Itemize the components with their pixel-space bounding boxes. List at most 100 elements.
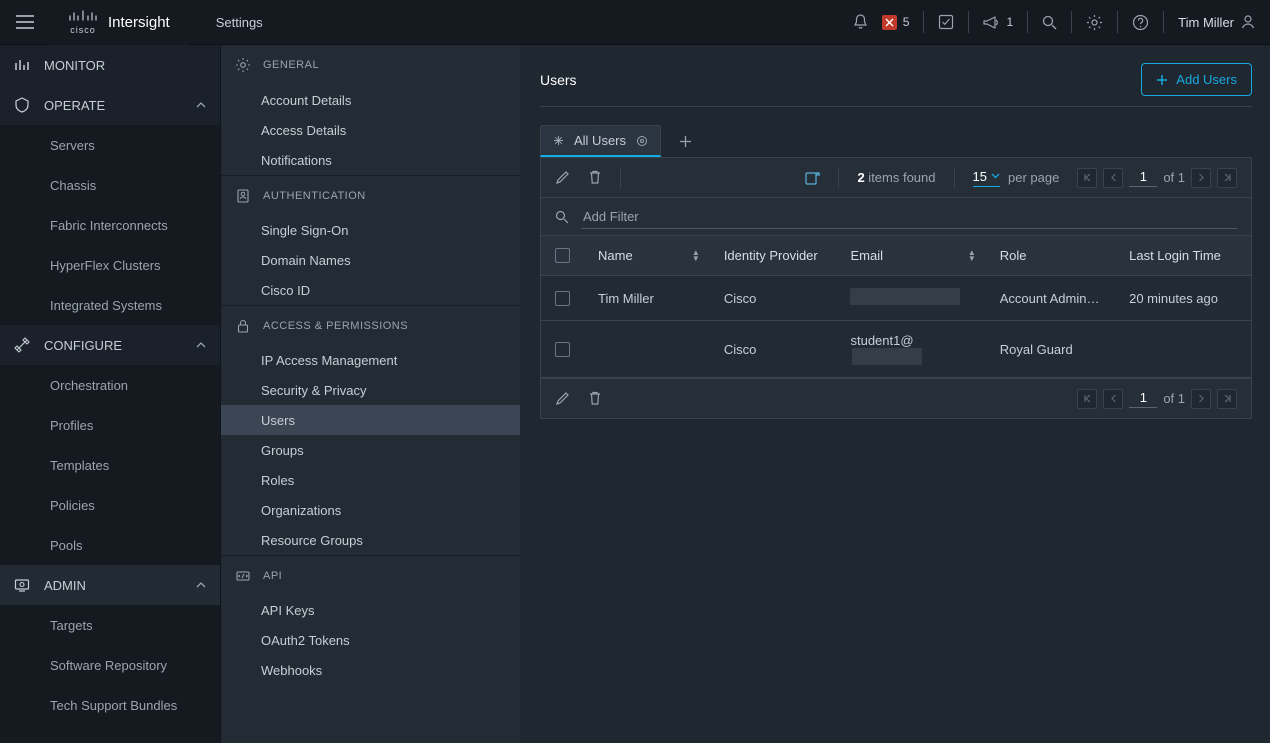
breadcrumb: Settings — [188, 15, 263, 30]
pager-next-button[interactable] — [1191, 389, 1211, 409]
alerts-button[interactable] — [839, 0, 882, 45]
pager-last-button[interactable] — [1217, 168, 1237, 188]
nav-operate-hyperflex[interactable]: HyperFlex Clusters — [0, 245, 220, 285]
sub-api-keys[interactable]: API Keys — [221, 595, 520, 625]
nav-admin-label: ADMIN — [44, 578, 86, 593]
sub-organizations[interactable]: Organizations — [221, 495, 520, 525]
sub-oauth2[interactable]: OAuth2 Tokens — [221, 625, 520, 655]
gear-icon — [1086, 14, 1103, 31]
plus-icon — [679, 135, 692, 148]
divider — [540, 106, 1252, 107]
pager-first-button[interactable] — [1077, 389, 1097, 409]
sub-access-details[interactable]: Access Details — [221, 115, 520, 145]
filter-input[interactable] — [581, 205, 1237, 229]
add-users-button[interactable]: Add Users — [1141, 63, 1252, 96]
sub-cisco-id[interactable]: Cisco ID — [221, 275, 520, 305]
export-button[interactable] — [804, 170, 820, 186]
nav-configure[interactable]: CONFIGURE — [0, 325, 220, 365]
pager-of: of 1 — [1163, 391, 1185, 406]
announcements-button[interactable]: 1 — [969, 0, 1027, 45]
page-title: Users — [540, 72, 577, 88]
tab-all-users[interactable]: All Users — [540, 125, 661, 157]
user-icon — [1240, 14, 1256, 30]
nav-monitor-label: MONITOR — [44, 58, 105, 73]
nav-configure-templates[interactable]: Templates — [0, 445, 220, 485]
nav-admin-software[interactable]: Software Repository — [0, 645, 220, 685]
pager-current[interactable]: 1 — [1129, 390, 1157, 408]
bell-icon — [853, 14, 868, 30]
sub-groups[interactable]: Groups — [221, 435, 520, 465]
filter-row — [541, 198, 1251, 236]
help-button[interactable] — [1118, 0, 1163, 45]
items-found: 2 items found — [857, 170, 935, 185]
select-all-checkbox[interactable] — [555, 248, 570, 263]
edit-button[interactable] — [555, 391, 570, 406]
tab-row: All Users — [540, 125, 1252, 157]
nav-operate-integrated[interactable]: Integrated Systems — [0, 285, 220, 325]
user-menu[interactable]: Tim Miller — [1164, 0, 1270, 45]
col-login[interactable]: Last Login Time — [1115, 236, 1251, 276]
col-name[interactable]: Name▲▼ — [584, 236, 710, 276]
sub-roles[interactable]: Roles — [221, 465, 520, 495]
nav-operate-label: OPERATE — [44, 98, 105, 113]
nav-admin-targets[interactable]: Targets — [0, 605, 220, 645]
nav-admin-tech-support[interactable]: Tech Support Bundles — [0, 685, 220, 725]
subgroup-general: GENERAL — [221, 45, 520, 85]
table-row[interactable]: Tim Miller Cisco Account Administr… 20 m… — [541, 276, 1251, 321]
row-checkbox[interactable] — [555, 342, 570, 357]
delete-button[interactable] — [588, 170, 602, 185]
sub-notifications[interactable]: Notifications — [221, 145, 520, 175]
per-page-selector[interactable]: 15 per page — [973, 169, 1060, 187]
nav-operate-chassis[interactable]: Chassis — [0, 165, 220, 205]
header-right-actions: 5 1 Tim Miller — [839, 0, 1270, 45]
sub-sso[interactable]: Single Sign-On — [221, 215, 520, 245]
nav-operate-fabric[interactable]: Fabric Interconnects — [0, 205, 220, 245]
nav-operate[interactable]: OPERATE — [0, 85, 220, 125]
edit-button[interactable] — [555, 170, 570, 185]
sub-account-details[interactable]: Account Details — [221, 85, 520, 115]
api-icon — [235, 568, 251, 584]
nav-admin[interactable]: ADMIN — [0, 565, 220, 605]
pager-last-button[interactable] — [1217, 389, 1237, 409]
critical-alerts[interactable]: 5 — [882, 0, 924, 45]
delete-button[interactable] — [588, 391, 602, 406]
nav-configure-profiles[interactable]: Profiles — [0, 405, 220, 445]
tab-settings-icon[interactable] — [636, 135, 648, 147]
pager-prev-button[interactable] — [1103, 389, 1123, 409]
add-tab-button[interactable] — [673, 135, 698, 148]
sub-webhooks[interactable]: Webhooks — [221, 655, 520, 685]
operate-icon — [14, 97, 30, 113]
subgroup-authentication: AUTHENTICATION — [221, 175, 520, 215]
nav-configure-orchestration[interactable]: Orchestration — [0, 365, 220, 405]
sub-domain-names[interactable]: Domain Names — [221, 245, 520, 275]
col-email[interactable]: Email▲▼ — [836, 236, 985, 276]
col-role[interactable]: Role — [986, 236, 1115, 276]
sub-resource-groups[interactable]: Resource Groups — [221, 525, 520, 555]
sub-ip-access[interactable]: IP Access Management — [221, 345, 520, 375]
settings-subnav: GENERAL Account Details Access Details N… — [220, 45, 520, 743]
col-idp[interactable]: Identity Provider — [710, 236, 837, 276]
table-row[interactable]: Cisco student1@ Royal Guard — [541, 321, 1251, 378]
tasks-button[interactable] — [924, 0, 968, 45]
nav-configure-pools[interactable]: Pools — [0, 525, 220, 565]
pager-of: of 1 — [1163, 170, 1185, 185]
search-button[interactable] — [1028, 0, 1071, 45]
sub-users[interactable]: Users — [221, 405, 520, 435]
cell-name: Tim Miller — [584, 276, 710, 321]
pager-next-button[interactable] — [1191, 168, 1211, 188]
row-checkbox[interactable] — [555, 291, 570, 306]
nav-operate-servers[interactable]: Servers — [0, 125, 220, 165]
cell-idp: Cisco — [710, 321, 837, 378]
cell-role: Royal Guard — [986, 321, 1115, 378]
configure-icon — [14, 337, 30, 353]
nav-monitor[interactable]: MONITOR — [0, 45, 220, 85]
pager-first-button[interactable] — [1077, 168, 1097, 188]
settings-button[interactable] — [1072, 0, 1117, 45]
pager-prev-button[interactable] — [1103, 168, 1123, 188]
auth-icon — [235, 188, 251, 204]
nav-configure-policies[interactable]: Policies — [0, 485, 220, 525]
sub-security-privacy[interactable]: Security & Privacy — [221, 375, 520, 405]
chevron-down-icon — [991, 173, 1000, 179]
menu-toggle-button[interactable] — [0, 0, 50, 45]
pager-current[interactable]: 1 — [1129, 169, 1157, 187]
